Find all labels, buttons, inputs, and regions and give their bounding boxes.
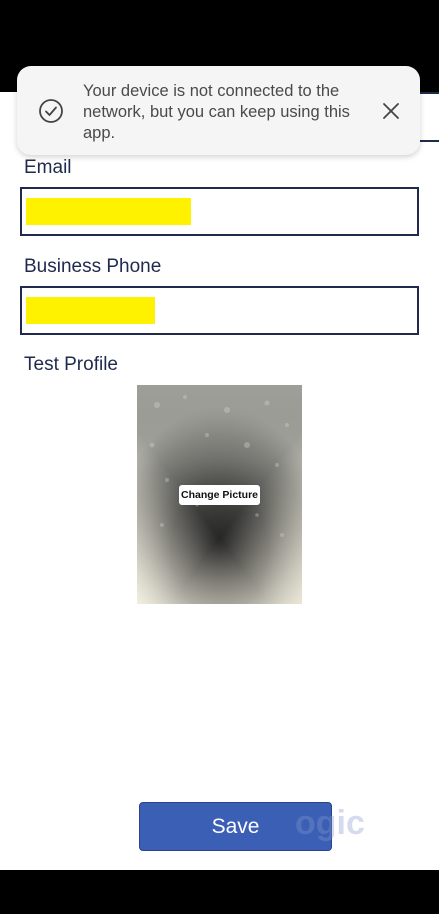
save-button[interactable]: Save (139, 802, 332, 851)
email-field[interactable] (20, 187, 419, 236)
close-icon[interactable] (379, 99, 403, 123)
home-indicator-bar (0, 870, 439, 914)
profile-label: Test Profile (24, 354, 118, 375)
email-label: Email (24, 157, 72, 178)
check-circle-icon (39, 99, 63, 123)
phone-label: Business Phone (24, 256, 162, 277)
toast-message: Your device is not connected to the netw… (83, 82, 350, 142)
change-picture-button[interactable]: Change Picture (179, 485, 260, 505)
email-redaction (26, 198, 191, 225)
offline-toast: Your device is not connected to the netw… (17, 66, 420, 155)
phone-redaction (26, 297, 155, 324)
header-edge-button[interactable] (418, 92, 439, 142)
business-phone-field[interactable] (20, 286, 419, 335)
